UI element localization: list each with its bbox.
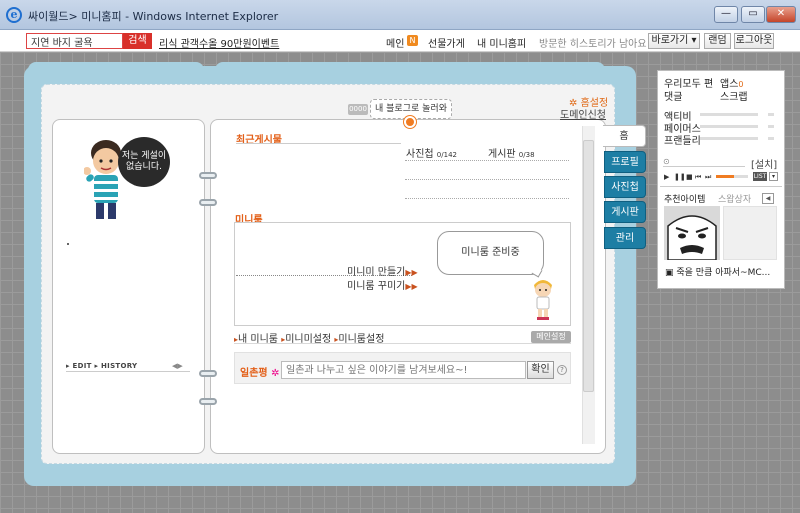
next-icon[interactable]: ⏭ — [705, 173, 711, 182]
speech-bubble: 저는 게설이 없습니다. — [118, 137, 170, 187]
close-button[interactable]: ✕ — [766, 6, 796, 23]
arrow-icon: ▶▶ — [405, 282, 418, 291]
new-badge: N — [407, 35, 418, 46]
today-counter: 0000 — [348, 104, 368, 115]
chevron-down-icon[interactable]: ▾ — [769, 172, 778, 181]
binder-ring-icon — [199, 370, 217, 377]
playlist-button[interactable]: LIST — [753, 172, 767, 181]
ie-logo-icon: e — [6, 7, 22, 23]
tab-manage[interactable]: 관리 — [604, 227, 646, 249]
sparkle-icon: ✲ — [271, 368, 280, 379]
nav-visit-history[interactable]: 방문한 히스토리가 남아요 — [539, 35, 647, 50]
divider — [234, 343, 571, 344]
divider — [660, 186, 782, 187]
activity-bar-end — [768, 113, 774, 116]
music-search-field[interactable]: ⊙ — [663, 157, 745, 167]
binder-ring-icon — [199, 199, 217, 206]
tab-home[interactable]: 홈 — [603, 125, 646, 147]
photo-album-label: 사진첩 — [406, 149, 434, 160]
miniroom-bubble: 미니룸 준비중 — [437, 231, 544, 275]
activity-bar — [700, 113, 758, 116]
recommended-items-label[interactable]: 추천아이템 — [664, 192, 705, 205]
pause-icon[interactable]: ❚❚ — [674, 173, 686, 181]
window-title: 싸이월드> 미니홈피 - Windows Internet Explorer — [28, 10, 279, 23]
window-titlebar: e 싸이월드> 미니홈피 - Windows Internet Explorer… — [0, 0, 800, 30]
binder-ring-icon — [199, 172, 217, 179]
guestbook-label-text: 일촌평 — [240, 368, 268, 379]
main-set-button[interactable]: 메인설정 — [531, 331, 571, 343]
previous-icon[interactable]: ⏮ — [695, 173, 701, 182]
nav-gift-shop[interactable]: 선물가게 — [428, 35, 465, 50]
scrollbar-thumb[interactable] — [583, 140, 594, 392]
edit-history-links[interactable]: ▸ EDIT ▸ HISTORY — [66, 362, 137, 370]
scrap-link[interactable]: 스크랩 — [720, 88, 748, 103]
decorate-miniroom-label: 미니룸 꾸미기 — [347, 281, 406, 292]
minimize-button[interactable]: — — [714, 6, 738, 23]
item-face-icon — [664, 206, 720, 260]
player-install-link[interactable]: [설치] — [751, 156, 777, 171]
board-stat[interactable]: 게시판 0/38 — [488, 145, 535, 160]
divider — [405, 198, 569, 199]
item-thumbnail[interactable] — [664, 206, 720, 260]
chevron-left-icon[interactable]: ◀ — [762, 193, 774, 204]
comments-link[interactable]: 댓글 — [664, 88, 682, 103]
volume-level — [716, 175, 734, 178]
cyworld-topbar: 검색 리식 관객수올 90만원이벤트 메인 N 선물가게 내 미니홈피 방문한 … — [0, 30, 800, 52]
friendly-label: 프랜들리 — [664, 136, 701, 147]
guestbook-label: 일촌평 ✲ — [240, 364, 279, 379]
friendly-bar-end — [768, 137, 774, 140]
guestbook-input[interactable] — [281, 361, 526, 379]
banner-dot-icon — [404, 116, 416, 128]
promo-link[interactable]: 리식 관객수올 90만원이벤트 — [159, 35, 279, 50]
friendly-bar — [700, 137, 758, 140]
confirm-button[interactable]: 확인 — [527, 361, 554, 379]
famous-bar — [700, 125, 758, 128]
expand-arrows-icon[interactable]: ◀▶ — [172, 362, 183, 370]
board-count: 0/38 — [518, 151, 535, 159]
bullet-dot — [67, 243, 69, 245]
search-button[interactable]: 검색 — [123, 33, 152, 49]
shortcut-dropdown[interactable]: 바로가기 ▾ — [648, 33, 700, 49]
item-caption[interactable]: ▣ 죽을 만큼 아파서~MC... — [665, 265, 770, 278]
board-label: 게시판 — [488, 149, 516, 160]
arrow-icon: ▶▶ — [405, 268, 418, 277]
nav-main[interactable]: 메인 — [386, 35, 404, 50]
help-icon[interactable]: ? — [557, 365, 567, 375]
sold-out-label[interactable]: 스왑상자 — [718, 192, 751, 205]
item-thumbnail[interactable] — [723, 206, 777, 260]
photo-album-stat[interactable]: 사진첩 0/142 — [406, 145, 457, 160]
tab-board[interactable]: 게시판 — [604, 201, 646, 223]
tab-profile[interactable]: 프로필 — [604, 151, 646, 173]
domain-apply-link[interactable]: 도메인신청 — [560, 106, 606, 121]
photo-album-count: 0/142 — [436, 151, 457, 159]
item-caption-text: 죽을 만큼 아파서~MC... — [676, 268, 771, 278]
divider — [236, 143, 401, 144]
decorate-miniroom-link[interactable]: 미니룸 꾸미기▶▶ — [347, 277, 418, 292]
divider — [405, 160, 569, 161]
random-button[interactable]: 랜덤 — [704, 33, 731, 49]
play-icon[interactable]: ▶ — [664, 173, 669, 181]
famous-bar-end — [768, 125, 774, 128]
search-input[interactable] — [26, 33, 123, 49]
profile-image[interactable]: 저는 게설이 없습니다. — [82, 135, 172, 223]
binder-ring-icon — [199, 398, 217, 405]
divider — [66, 371, 190, 372]
stop-icon[interactable]: ■ — [686, 173, 693, 181]
divider — [405, 179, 569, 180]
make-minimi-link[interactable]: 미니미 만들기▶▶ — [347, 263, 418, 278]
nav-my-minihompy[interactable]: 내 미니홈피 — [477, 35, 526, 50]
tab-photo-album[interactable]: 사진첩 — [604, 176, 646, 198]
minimi-character-icon — [534, 280, 552, 320]
logout-button[interactable]: 로그아웃 — [734, 33, 774, 49]
maximize-button[interactable]: ▭ — [741, 6, 765, 23]
